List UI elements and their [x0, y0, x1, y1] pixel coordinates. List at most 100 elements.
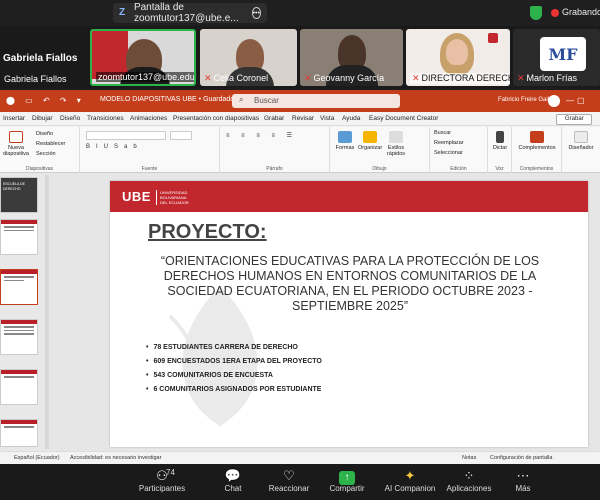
screen-share-indicator[interactable]: Z Pantalla de zoomtutor137@ube.e... •••	[113, 2, 267, 24]
participant-name: Celia Coronel	[213, 73, 269, 83]
share-screen-button[interactable]: ↑ Compartir	[326, 467, 368, 493]
quick-access-toolbar[interactable]: ⬤ ▭ ↶ ↷ ▾	[6, 96, 85, 105]
recording-label: Grabando	[562, 7, 600, 17]
tab-revisar[interactable]: Revisar	[292, 115, 314, 122]
participants-icon: ⚇	[156, 468, 168, 483]
dictate-button[interactable]: Dictar	[490, 131, 510, 151]
participant-tile[interactable]: MF ✕ Marlon Frías	[513, 29, 600, 86]
group-label: Párrafo	[266, 166, 283, 172]
recording-dot-icon	[551, 9, 559, 17]
reset-button[interactable]: Restablecer	[36, 141, 65, 147]
participant-strip: Gabriela Fiallos Gabriela Fiallos zoomtu…	[0, 26, 600, 88]
group-fuente: BIUSab Fuente	[80, 127, 220, 173]
group-complementos: Complementos Complementos	[512, 127, 562, 173]
ribbon: Nueva diapositiva Diseño Restablecer Sec…	[0, 127, 600, 173]
tab-dibujar[interactable]: Dibujar	[32, 115, 53, 122]
list-item: 78 ESTUDIANTES CARRERA DE DERECHO	[146, 344, 322, 351]
apps-button[interactable]: ⁘ Aplicaciones	[444, 467, 494, 493]
participants-count: 74	[166, 468, 175, 477]
tab-transiciones[interactable]: Transiciones	[87, 115, 124, 122]
layout-button[interactable]: Diseño	[36, 131, 53, 137]
list-item: 6 COMUNITARIOS ASIGNADOS POR ESTUDIANTE	[146, 386, 322, 393]
slide-canvas: UBE UNIVERSIDAD BOLIVARIANA DEL ECUADOR PR…	[50, 173, 600, 451]
search-input[interactable]: ⌕ Buscar	[232, 94, 400, 108]
document-title[interactable]: MODELO DIAPOSITIVAS UBE • Guardado	[100, 96, 234, 103]
participant-name: Gabriela Fiallos	[4, 74, 67, 84]
participant-name: DIRECTORA DERECH...	[421, 73, 510, 83]
tab-diseno[interactable]: Diseño	[60, 115, 80, 122]
chat-button[interactable]: 💬 Chat	[218, 467, 248, 493]
select-button[interactable]: Seleccionar	[434, 150, 463, 156]
zoom-top-bar: Z Pantalla de zoomtutor137@ube.e... ••• …	[0, 0, 600, 26]
powerpoint-window: ⬤ ▭ ↶ ↷ ▾ MODELO DIAPOSITIVAS UBE • Guar…	[0, 90, 600, 464]
participant-name: Geovanny García	[313, 73, 385, 83]
participants-button[interactable]: ⚇ 74 Participantes	[136, 467, 188, 493]
new-slide-button[interactable]: Nueva diapositiva	[2, 131, 30, 157]
designer-button[interactable]: Diseñador	[564, 131, 598, 151]
font-format-buttons[interactable]: BIUSab	[86, 144, 206, 153]
heart-icon: ♡	[283, 468, 295, 483]
slide-thumbnail[interactable]: ESCUELA DE DERECHO	[0, 177, 38, 213]
bullet-list: 78 ESTUDIANTES CARRERA DE DERECHO 609 EN…	[146, 344, 322, 400]
status-bar: Español (Ecuador) Accesibilidad: es nece…	[0, 451, 600, 464]
slide-thumbnail[interactable]	[0, 319, 38, 355]
slide-header-bar: UBE UNIVERSIDAD BOLIVARIANA DEL ECUADOR	[110, 181, 588, 212]
chat-icon: 💬	[224, 468, 242, 483]
replace-button[interactable]: Reemplazar	[434, 140, 464, 146]
scrollbar[interactable]	[45, 175, 49, 449]
react-button[interactable]: ♡ Reaccionar	[266, 467, 312, 493]
tab-grabar[interactable]: Grabar	[264, 115, 284, 122]
add-ins-button[interactable]: Complementos	[516, 131, 558, 151]
find-button[interactable]: Buscar	[434, 130, 451, 136]
ribbon-tabs: Insertar Dibujar Diseño Transiciones Ani…	[0, 112, 600, 126]
group-label: Fuente	[141, 166, 158, 172]
notes-button[interactable]: Notas	[462, 455, 476, 461]
accessibility-status[interactable]: Accesibilidad: es necesario investigar	[70, 455, 161, 461]
font-size-select[interactable]	[170, 131, 192, 140]
group-label: Voz	[495, 166, 504, 172]
slide-thumbnail-selected[interactable]	[0, 269, 38, 305]
avatar[interactable]	[548, 95, 560, 107]
paragraph-buttons[interactable]: ≡ ≡ ≡ ≡ ☰	[226, 132, 322, 152]
more-button[interactable]: ⋯ Más	[510, 467, 536, 493]
participant-tile[interactable]: ✕ Celia Coronel	[200, 29, 297, 86]
window-controls[interactable]: —▢	[566, 96, 588, 105]
tab-animaciones[interactable]: Animaciones	[130, 115, 167, 122]
font-name-select[interactable]	[86, 131, 166, 140]
slide-thumbnail[interactable]	[0, 419, 38, 447]
participant-tile[interactable]: ✕DIRECTORA DERECH...	[406, 29, 510, 86]
apps-icon: ⁘	[463, 468, 475, 483]
participant-tile[interactable]: Gabriela Fiallos Gabriela Fiallos	[0, 29, 88, 86]
participant-tile[interactable]: ✕ Geovanny García	[300, 29, 403, 86]
quick-styles-button[interactable]: Estilos rápidos	[384, 131, 408, 157]
arrange-button[interactable]: Organizar	[358, 131, 382, 151]
slide-thumbnail[interactable]	[0, 219, 38, 255]
participant-video	[446, 39, 468, 65]
group-label: Diapositivas	[26, 166, 53, 172]
list-item: 609 ENCUESTADOS 1ERA ETAPA DEL PROYECTO	[146, 358, 321, 365]
display-settings-button[interactable]: Configuración de pantalla	[490, 455, 552, 461]
tab-vista[interactable]: Vista	[320, 115, 334, 122]
tab-easy-document-creator[interactable]: Easy Document Creator	[369, 115, 438, 122]
logo-icon	[488, 33, 498, 43]
tab-insertar[interactable]: Insertar	[3, 115, 25, 122]
record-button[interactable]: Grabar	[556, 114, 592, 125]
participant-name: Marlon Frías	[526, 73, 578, 83]
tab-ayuda[interactable]: Ayuda	[342, 115, 360, 122]
language-indicator[interactable]: Español (Ecuador)	[14, 455, 60, 461]
section-button[interactable]: Sección	[36, 151, 56, 157]
group-edicion: Buscar Reemplazar Seleccionar Edición	[430, 127, 488, 173]
participant-tile-active-speaker[interactable]: zoomtutor137@ube.edu...	[90, 29, 196, 86]
slide-title: PROYECTO:	[148, 221, 267, 243]
security-shield-icon[interactable]	[530, 6, 542, 20]
shapes-button[interactable]: Formas	[334, 131, 356, 151]
share-arrow-icon: ↑	[339, 471, 355, 485]
group-label: Dibujo	[372, 166, 387, 172]
tab-presentacion[interactable]: Presentación con diapositivas	[173, 115, 259, 122]
sharing-label: Pantalla de zoomtutor137@ube.e...	[133, 2, 239, 24]
slide-thumbnail[interactable]	[0, 369, 38, 405]
more-options-icon[interactable]: •••	[251, 7, 261, 19]
slide[interactable]: UBE UNIVERSIDAD BOLIVARIANA DEL ECUADOR PR…	[110, 181, 588, 447]
sparkle-icon: ✦	[404, 468, 416, 483]
ai-companion-button[interactable]: ✦ AI Companion	[382, 467, 438, 493]
